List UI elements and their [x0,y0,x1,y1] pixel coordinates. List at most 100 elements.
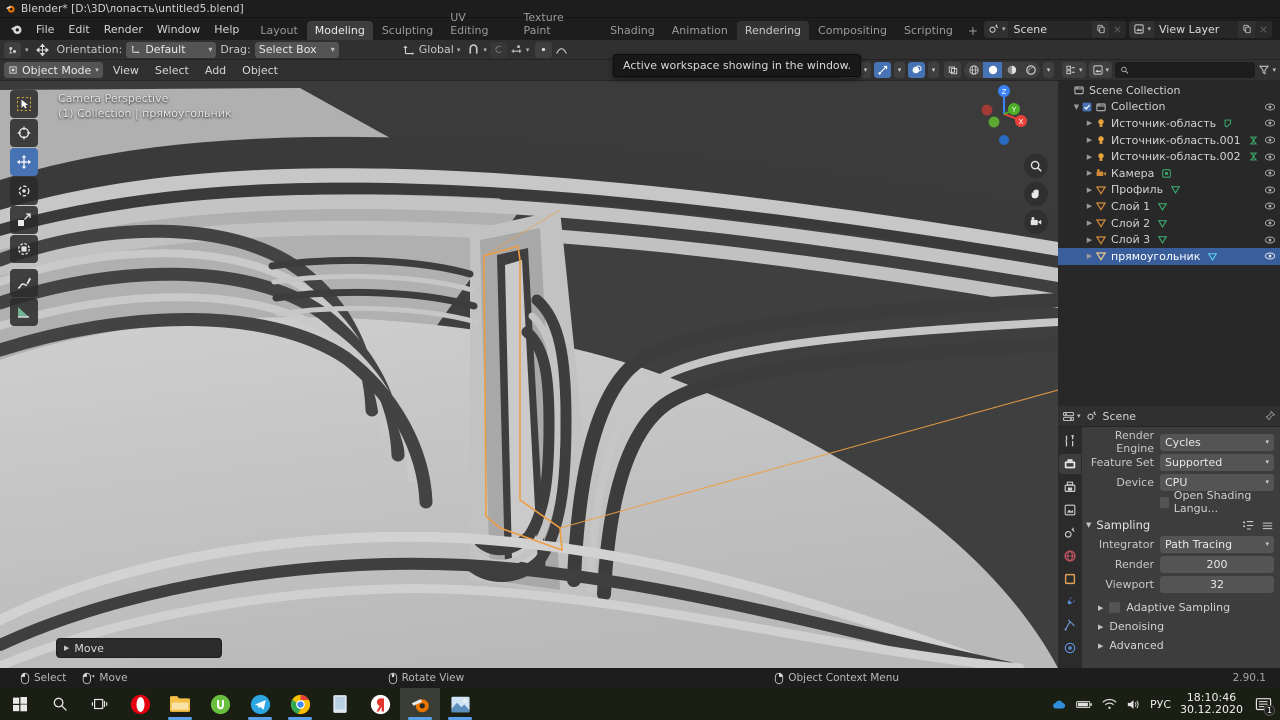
measure-tool-button[interactable] [10,298,38,326]
transform-orientation-value[interactable]: Global [419,43,454,56]
mesh-data-icon[interactable] [1207,251,1218,262]
outliner-filter-id-dropdown[interactable]: ▾ [1089,62,1113,78]
advanced-row[interactable]: ▶ Advanced [1086,636,1274,655]
new-scene-button[interactable] [1092,21,1109,38]
presets-icon[interactable] [1242,520,1255,531]
tweak-select-box-tool-button[interactable] [10,90,38,118]
menu-window[interactable]: Window [150,21,207,38]
menu-file[interactable]: File [29,21,61,38]
outliner-row-light[interactable]: ▶ Источник-область.002 [1058,148,1280,165]
blender-app-button[interactable] [400,688,440,720]
gizmo-toggle[interactable] [874,62,891,78]
drag-dropdown[interactable]: Select Box ▾ [255,42,339,58]
operator-redo-panel[interactable]: ▶ Move [56,638,222,658]
opera-app-button[interactable] [120,688,160,720]
add-workspace-button[interactable]: + [962,22,984,40]
expander-right-icon[interactable]: ▶ [1084,186,1095,194]
utorrent-app-button[interactable] [200,688,240,720]
scene-selector[interactable]: ▾ Scene [984,21,1127,38]
workspace-tab-layout[interactable]: Layout [252,21,305,40]
view-layer-name[interactable]: View Layer [1154,23,1238,36]
render-tab[interactable] [1059,454,1081,474]
magnet-icon[interactable] [467,43,480,56]
outliner-row-light[interactable]: ▶ Источник-область [1058,115,1280,132]
workspace-tab-animation[interactable]: Animation [664,21,736,40]
new-view-layer-button[interactable] [1238,21,1255,38]
open-shading-language-checkbox[interactable] [1160,497,1169,508]
viewport-menu-select[interactable]: Select [149,63,195,78]
outliner-row-mesh[interactable]: ▶ Профиль [1058,182,1280,199]
expander-right-icon[interactable]: ▶ [1084,252,1095,260]
file-explorer-app-button[interactable] [160,688,200,720]
outliner-row-mesh[interactable]: ▶ Слой 3 [1058,231,1280,248]
solid-shading-button[interactable] [983,62,1002,78]
integrator-dropdown[interactable]: Path Tracing ▾ [1160,536,1274,553]
sampling-section-header[interactable]: ▼ Sampling [1086,515,1274,535]
outliner-filter-button[interactable]: ▾ [1258,64,1276,76]
start-button[interactable] [0,688,40,720]
mesh-data-icon[interactable] [1170,184,1181,195]
properties-editor[interactable]: ▾ Scene [1058,406,1280,668]
hide-in-viewport-icon[interactable] [1264,250,1276,262]
hide-in-viewport-icon[interactable] [1264,234,1276,246]
rendered-shading-button[interactable] [1021,62,1040,78]
output-tab[interactable] [1059,477,1081,497]
outliner-row-mesh[interactable]: ▶ Слой 1 [1058,198,1280,215]
3d-viewport[interactable]: Object Mode ▾ View Select Add Object ▾ ▾ [0,60,1058,668]
expander-right-icon[interactable]: ▶ [1098,623,1103,631]
viewport-samples-field[interactable]: 32 [1160,576,1274,593]
editor-type-icon[interactable]: ▾ [1062,410,1081,423]
unlink-scene-button[interactable] [1109,21,1126,38]
open-shading-language-row[interactable]: Open Shading Langu... [1160,493,1274,511]
blender-menu-icon[interactable] [4,23,29,36]
outliner-search-field[interactable] [1133,64,1250,77]
expander-down-icon[interactable]: ▼ [1071,103,1082,111]
outliner-display-mode-dropdown[interactable]: ▾ [1062,62,1086,78]
collection-checkbox[interactable] [1082,102,1092,112]
cursor-tool-button[interactable] [10,119,38,147]
interaction-mode-dropdown[interactable]: Object Mode ▾ [4,62,103,78]
render-samples-field[interactable]: 200 [1160,556,1274,573]
expander-down-icon[interactable]: ▼ [1086,521,1091,529]
transform-tool-button[interactable] [10,235,38,263]
onedrive-icon[interactable] [1051,698,1067,711]
outliner-row-selected-object[interactable]: ▶ прямоугольник [1058,248,1280,265]
viewport-menu-add[interactable]: Add [199,63,232,78]
viewport-menu-object[interactable]: Object [236,63,284,78]
expander-right-icon[interactable]: ▶ [1084,219,1095,227]
hide-in-viewport-icon[interactable] [1264,151,1276,163]
expander-right-icon[interactable]: ▶ [1084,236,1095,244]
clock[interactable]: 18:10:46 30.12.2020 [1180,692,1243,716]
outliner-search-input[interactable] [1115,62,1255,78]
physics-tab[interactable] [1059,638,1081,658]
chevron-down-icon[interactable]: ▾ [928,62,939,78]
expander-right-icon[interactable]: ▶ [1098,642,1103,650]
hide-in-viewport-icon[interactable] [1264,134,1276,146]
workspace-tab-modeling[interactable]: Modeling [307,21,373,40]
language-indicator[interactable]: РУС [1150,698,1171,711]
workspace-tab-shading[interactable]: Shading [602,21,663,40]
move-tool-button[interactable] [10,148,38,176]
denoising-row[interactable]: ▶ Denoising [1086,617,1274,636]
outliner-editor[interactable]: ▾ ▾ ▾ [1058,60,1280,406]
menu-edit[interactable]: Edit [61,21,96,38]
menu-render[interactable]: Render [97,21,150,38]
menu-help[interactable]: Help [207,21,246,38]
remove-view-layer-button[interactable] [1255,21,1272,38]
battery-icon[interactable] [1076,699,1093,710]
notepad-app-button[interactable] [320,688,360,720]
scene-name[interactable]: Scene [1008,23,1092,36]
telegram-app-button[interactable] [240,688,280,720]
wireframe-shading-button[interactable] [964,62,983,78]
navigation-gizmo[interactable]: Z X Y [972,82,1036,146]
annotate-tool-button[interactable] [10,269,38,297]
outliner-row-light[interactable]: ▶ Источник-область.001 [1058,132,1280,149]
volume-icon[interactable] [1126,698,1141,711]
snap-mode-icon[interactable] [490,42,507,58]
expander-right-icon[interactable]: ▶ [1084,153,1095,161]
proportional-editing-icon[interactable] [535,42,552,58]
workspace-tab-compositing[interactable]: Compositing [810,21,895,40]
hide-in-viewport-icon[interactable] [1264,167,1276,179]
mesh-data-icon[interactable] [1157,218,1168,229]
chevron-down-icon[interactable]: ▾ [1043,62,1054,78]
